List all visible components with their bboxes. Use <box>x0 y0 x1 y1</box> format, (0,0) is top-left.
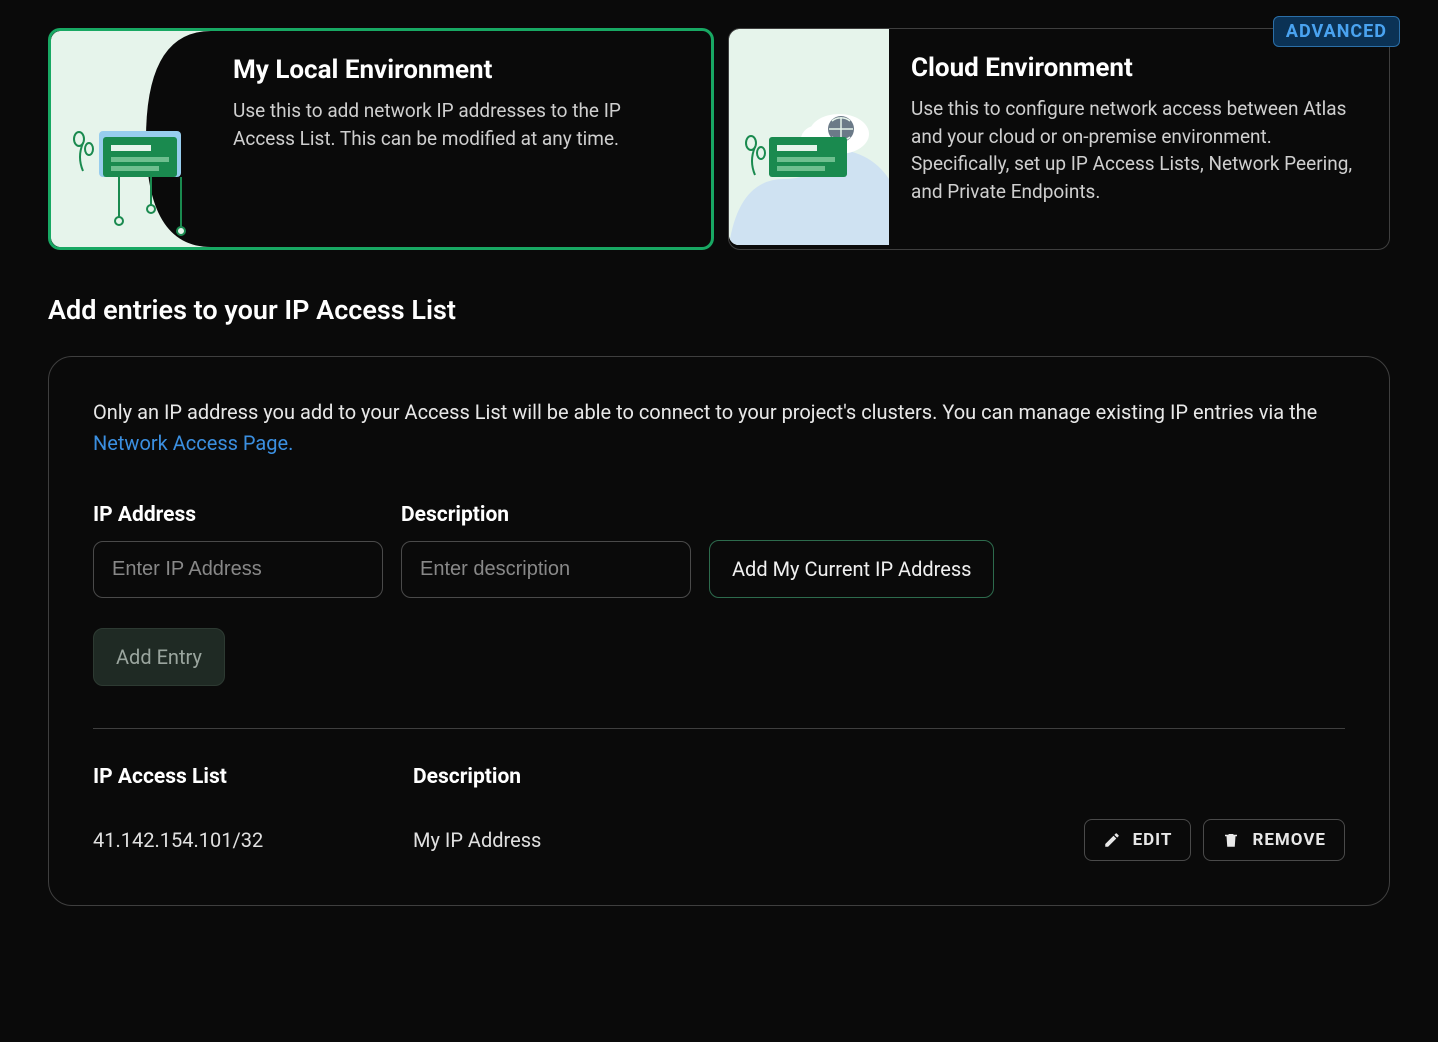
remove-button-label: REMOVE <box>1252 830 1326 850</box>
ip-list-row-ip: 41.142.154.101/32 <box>93 828 353 852</box>
divider <box>93 728 1345 729</box>
panel-intro: Only an IP address you add to your Acces… <box>93 397 1345 459</box>
ip-list-header-desc: Description <box>413 765 1345 789</box>
ip-address-label: IP Address <box>93 503 383 527</box>
ip-list-headers: IP Access List Description <box>93 765 1345 789</box>
section-heading: Add entries to your IP Access List <box>48 294 1390 326</box>
add-ip-form-row: IP Address Description Add My Current IP… <box>93 503 1345 598</box>
trash-icon <box>1222 831 1240 849</box>
ip-list-row-desc: My IP Address <box>353 828 1084 852</box>
local-environment-illustration <box>51 31 211 247</box>
ip-access-panel: Only an IP address you add to your Acces… <box>48 356 1390 906</box>
remove-button[interactable]: REMOVE <box>1203 819 1345 861</box>
card-local-title: My Local Environment <box>233 55 685 85</box>
edit-button[interactable]: EDIT <box>1084 819 1192 861</box>
card-cloud-title: Cloud Environment <box>911 53 1363 83</box>
card-local-environment[interactable]: My Local Environment Use this to add net… <box>48 28 714 250</box>
ip-list-header-ip: IP Access List <box>93 765 353 789</box>
card-cloud-environment[interactable]: Cloud Environment Use this to configure … <box>728 28 1390 250</box>
card-local-desc: Use this to add network IP addresses to … <box>233 97 685 152</box>
network-access-page-link[interactable]: Network Access Page. <box>93 431 293 455</box>
add-current-ip-button[interactable]: Add My Current IP Address <box>709 540 994 598</box>
description-label: Description <box>401 503 691 527</box>
card-cloud-desc: Use this to configure network access bet… <box>911 95 1363 205</box>
edit-button-label: EDIT <box>1133 830 1173 850</box>
add-entry-button[interactable]: Add Entry <box>93 628 225 686</box>
advanced-badge: ADVANCED <box>1273 16 1400 47</box>
cloud-environment-illustration <box>729 29 889 245</box>
pencil-icon <box>1103 831 1121 849</box>
ip-list-row: 41.142.154.101/32 My IP Address EDIT REM… <box>93 819 1345 861</box>
description-input[interactable] <box>401 541 691 598</box>
ip-address-input[interactable] <box>93 541 383 598</box>
panel-intro-text: Only an IP address you add to your Acces… <box>93 400 1317 424</box>
environment-cards: My Local Environment Use this to add net… <box>48 28 1390 250</box>
